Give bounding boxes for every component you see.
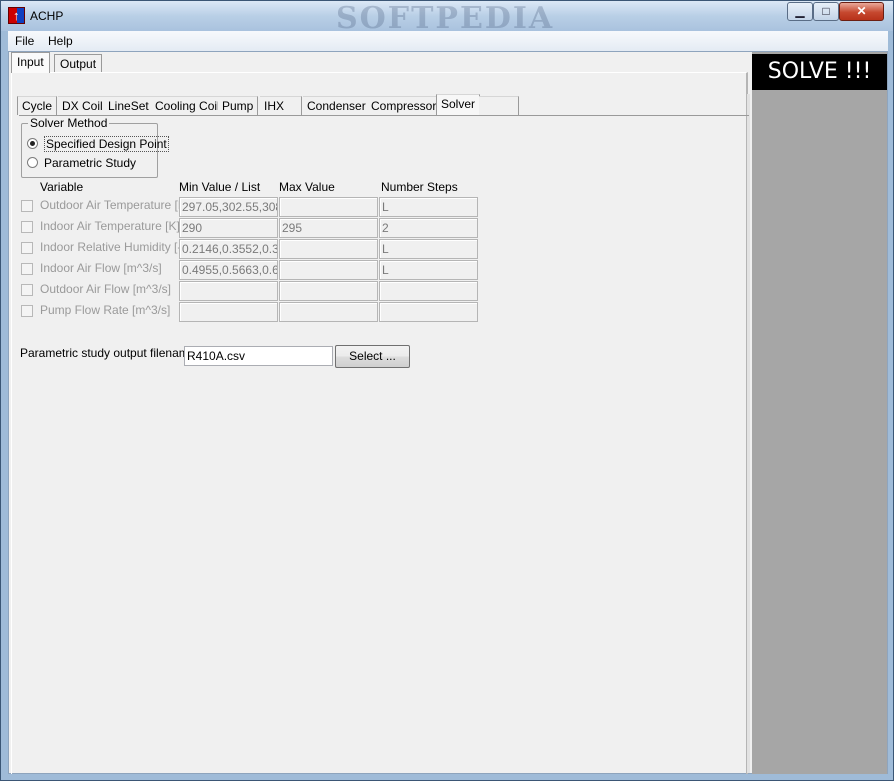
- row-checkbox[interactable]: [21, 263, 33, 275]
- right-panel: SOLVE !!!: [752, 52, 887, 774]
- menu-help[interactable]: Help: [48, 34, 73, 48]
- window-title: ACHP: [30, 9, 64, 23]
- min-value-field[interactable]: 297.05,302.55,308: [179, 197, 278, 217]
- select-file-button[interactable]: Select ...: [335, 345, 410, 368]
- variable-label: Indoor Relative Humidity [-]: [40, 240, 185, 254]
- radio-specified-design-point[interactable]: Specified Design Point: [27, 136, 169, 152]
- max-value-field[interactable]: [279, 302, 378, 322]
- min-value-field[interactable]: [179, 302, 278, 322]
- row-checkbox[interactable]: [21, 221, 33, 233]
- variable-label: Pump Flow Rate [m^3/s]: [40, 303, 171, 317]
- menu-bar: File Help: [8, 31, 888, 51]
- tab-strip-line: [19, 115, 749, 116]
- variable-label: Indoor Air Temperature [K]: [40, 219, 180, 233]
- max-value-field[interactable]: 295: [279, 218, 378, 238]
- output-filename-label: Parametric study output filename:: [20, 346, 199, 360]
- client-area: Input Output Cycle DX Coil LineSet Cooli…: [8, 51, 888, 774]
- radio-label-parametric: Parametric Study: [44, 156, 137, 170]
- row-checkbox[interactable]: [21, 284, 33, 296]
- steps-field[interactable]: L: [379, 260, 478, 280]
- tab-dx-coil[interactable]: DX Coil: [58, 96, 108, 115]
- tab-blank[interactable]: [479, 96, 519, 115]
- radio-parametric-study[interactable]: Parametric Study: [27, 156, 136, 170]
- row-checkbox[interactable]: [21, 242, 33, 254]
- radio-unchecked-icon[interactable]: [27, 157, 38, 168]
- tab-cooling-coil[interactable]: Cooling Coil: [151, 96, 225, 115]
- radio-checked-icon[interactable]: [27, 138, 38, 149]
- min-value-field[interactable]: [179, 281, 278, 301]
- radio-label-design-point: Specified Design Point: [44, 136, 169, 152]
- input-panel: Cycle DX Coil LineSet Cooling Coil Pump …: [11, 72, 750, 774]
- min-value-field[interactable]: 0.4955,0.5663,0.63: [179, 260, 278, 280]
- tab-cycle[interactable]: Cycle: [17, 96, 58, 115]
- variable-label: Outdoor Air Flow [m^3/s]: [40, 282, 172, 296]
- header-variable: Variable: [40, 180, 84, 194]
- min-value-field[interactable]: 290: [179, 218, 278, 238]
- header-min: Min Value / List: [179, 180, 261, 194]
- solver-method-group: Solver Method Specified Design Point Par…: [21, 116, 169, 178]
- variable-label: Outdoor Air Temperature [K]: [40, 198, 190, 212]
- min-value-field[interactable]: 0.2146,0.3552,0.38: [179, 239, 278, 259]
- solver-method-title: Solver Method: [28, 116, 110, 130]
- maximize-button[interactable]: □: [813, 2, 839, 21]
- tab-compressor[interactable]: Compressor: [367, 96, 442, 115]
- close-button[interactable]: ✕: [839, 2, 884, 21]
- variable-label: Indoor Air Flow [m^3/s]: [40, 261, 162, 275]
- header-steps: Number Steps: [381, 180, 458, 194]
- row-checkbox[interactable]: [21, 305, 33, 317]
- app-icon: ↑: [8, 7, 25, 24]
- tab-condenser[interactable]: Condenser: [303, 96, 371, 115]
- steps-field[interactable]: L: [379, 197, 478, 217]
- max-value-field[interactable]: [279, 197, 378, 217]
- steps-field[interactable]: [379, 281, 478, 301]
- steps-field[interactable]: 2: [379, 218, 478, 238]
- max-value-field[interactable]: [279, 239, 378, 259]
- tab-output[interactable]: Output: [54, 54, 103, 73]
- output-filename-input[interactable]: R410A.csv: [184, 346, 333, 366]
- header-max: Max Value: [279, 180, 335, 194]
- menu-file[interactable]: File: [15, 34, 34, 48]
- max-value-field[interactable]: [279, 281, 378, 301]
- max-value-field[interactable]: [279, 260, 378, 280]
- app-window: ↑ ACHP SOFTPEDIA ▁ □ ✕ File Help Input O…: [0, 0, 894, 781]
- steps-field[interactable]: [379, 302, 478, 322]
- steps-field[interactable]: L: [379, 239, 478, 259]
- solve-button[interactable]: SOLVE !!!: [752, 54, 887, 90]
- tab-lineset[interactable]: LineSet: [104, 96, 154, 115]
- tab-solver[interactable]: Solver: [436, 94, 481, 116]
- tab-input[interactable]: Input: [11, 52, 50, 73]
- row-checkbox[interactable]: [21, 200, 33, 212]
- minimize-button[interactable]: ▁: [787, 2, 813, 21]
- tab-ihx[interactable]: IHX: [260, 96, 302, 115]
- tab-pump[interactable]: Pump: [218, 96, 259, 115]
- title-bar: ↑ ACHP SOFTPEDIA ▁ □ ✕: [1, 1, 893, 36]
